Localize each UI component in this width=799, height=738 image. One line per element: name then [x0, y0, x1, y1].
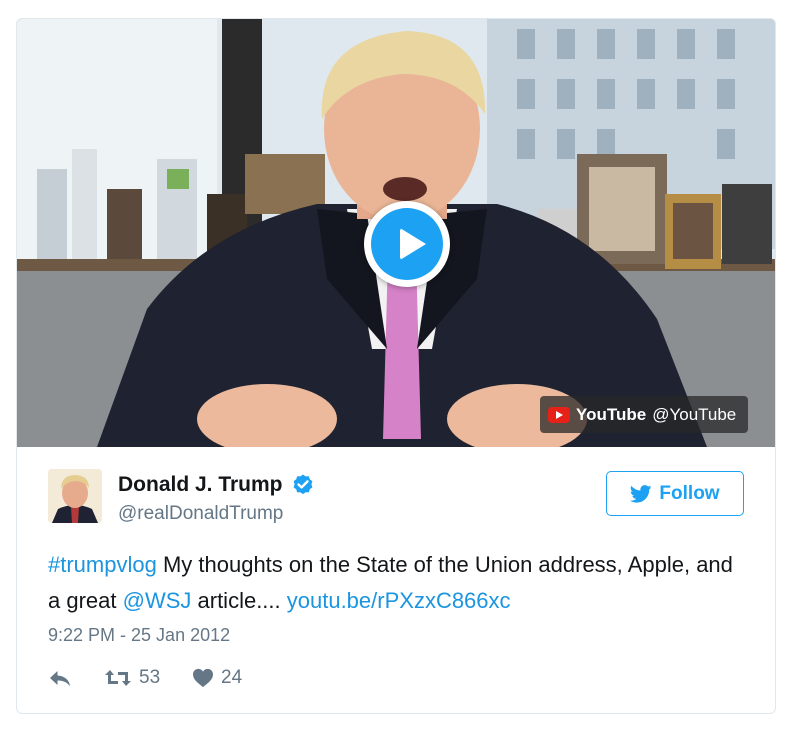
play-icon: [400, 228, 426, 260]
play-button-circle: [371, 208, 443, 280]
retweet-button[interactable]: 53: [104, 667, 192, 689]
video-thumbnail[interactable]: YouTube @YouTube: [17, 19, 775, 447]
reply-button[interactable]: [48, 668, 104, 688]
hashtag-link[interactable]: #trumpvlog: [48, 552, 157, 577]
author-handle[interactable]: @realDonaldTrump: [118, 503, 283, 525]
follow-button[interactable]: Follow: [606, 471, 744, 516]
follow-label: Follow: [659, 482, 720, 504]
url-link[interactable]: youtu.be/rPXzxC866xc: [287, 588, 511, 613]
youtube-handle-label: @YouTube: [652, 404, 737, 424]
verified-badge-icon: [293, 474, 312, 495]
tweet-text: #trumpvlog My thoughts on the State of t…: [48, 547, 748, 619]
like-count: 24: [221, 667, 243, 688]
tweet-actions: 53 24: [48, 667, 242, 689]
retweet-icon: [105, 670, 131, 686]
avatar[interactable]: [48, 469, 102, 523]
youtube-brand-label: YouTube: [576, 404, 647, 424]
reply-icon: [50, 671, 70, 686]
retweet-count: 53: [139, 667, 161, 688]
avatar-image: [48, 469, 102, 523]
tweet-card: YouTube @YouTube Donald J. Trump @realDo…: [16, 18, 776, 714]
play-button[interactable]: [364, 201, 450, 287]
tweet-text-part2: article....: [191, 588, 287, 613]
like-button[interactable]: 24: [192, 667, 242, 689]
youtube-attribution[interactable]: YouTube @YouTube: [540, 396, 749, 433]
tweet-timestamp[interactable]: 9:22 PM - 25 Jan 2012: [48, 625, 230, 646]
youtube-icon: [548, 406, 570, 423]
twitter-bird-icon: [630, 484, 652, 503]
mention-link[interactable]: @WSJ: [123, 588, 192, 613]
author-name[interactable]: Donald J. Trump: [118, 473, 283, 497]
author-line: Donald J. Trump: [118, 473, 315, 497]
heart-icon: [193, 668, 213, 688]
